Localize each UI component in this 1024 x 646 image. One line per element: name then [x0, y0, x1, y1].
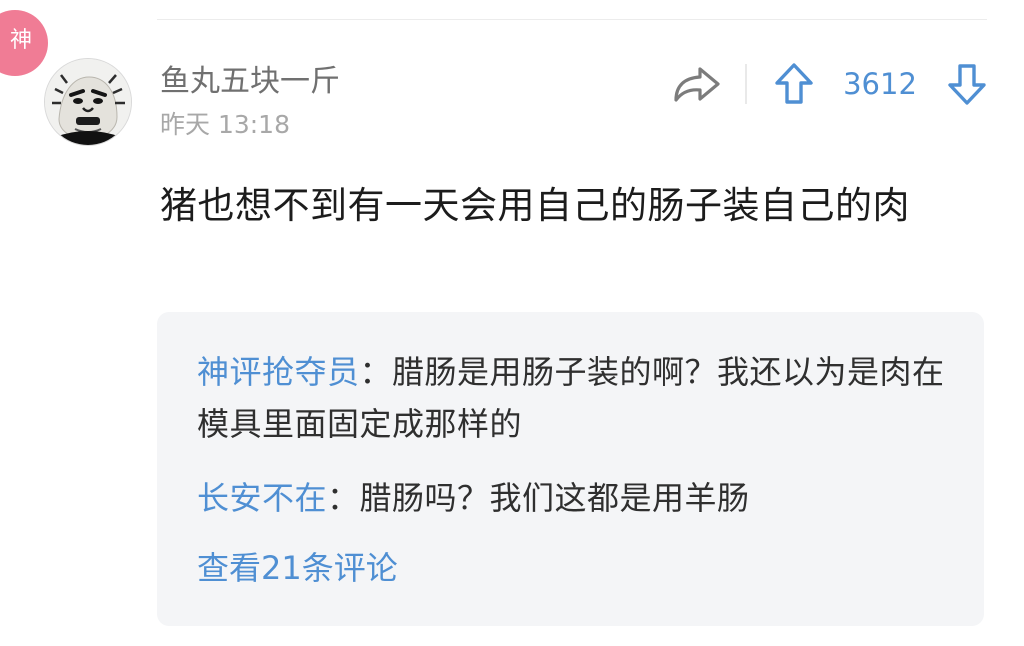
- username[interactable]: 鱼丸五块一斤: [160, 62, 340, 102]
- reply-separator: ：: [359, 353, 393, 391]
- reply-text: 腊肠吗？我们这都是用羊肠: [359, 479, 750, 517]
- avatar[interactable]: [44, 58, 132, 146]
- reply-author[interactable]: 长安不在: [197, 479, 327, 517]
- arrow-up-icon: [775, 63, 813, 104]
- arrow-down-icon: [948, 64, 986, 105]
- avatar-face-image: [45, 59, 131, 145]
- top-divider: [157, 19, 987, 20]
- upvote-button[interactable]: [772, 60, 816, 108]
- downvote-button[interactable]: [945, 60, 989, 108]
- comment-card: 神 鱼丸五块一斤 昨天 13:18 3612 猪也想不到有一天会用自己的肠子装自…: [0, 0, 1024, 646]
- vote-count: 3612: [843, 67, 917, 101]
- hot-comment-badge: 神: [0, 10, 48, 76]
- view-all-replies-link[interactable]: 查看21条评论: [197, 544, 398, 592]
- badge-label: 神: [10, 28, 33, 53]
- share-button[interactable]: [670, 60, 724, 108]
- share-icon: [674, 67, 720, 102]
- comment-content: 猪也想不到有一天会用自己的肠子装自己的肉: [160, 184, 910, 227]
- action-divider: [745, 64, 747, 104]
- replies-panel: 神评抢夺员：腊肠是用肠子装的啊？我还以为是肉在模具里面固定成那样的 长安不在：腊…: [157, 312, 984, 626]
- reply-item[interactable]: 神评抢夺员：腊肠是用肠子装的啊？我还以为是肉在模具里面固定成那样的: [197, 346, 957, 450]
- timestamp: 昨天 13:18: [160, 110, 290, 139]
- reply-author[interactable]: 神评抢夺员: [197, 353, 360, 391]
- reply-separator: ：: [327, 479, 360, 517]
- reply-item[interactable]: 长安不在：腊肠吗？我们这都是用羊肠: [197, 472, 957, 524]
